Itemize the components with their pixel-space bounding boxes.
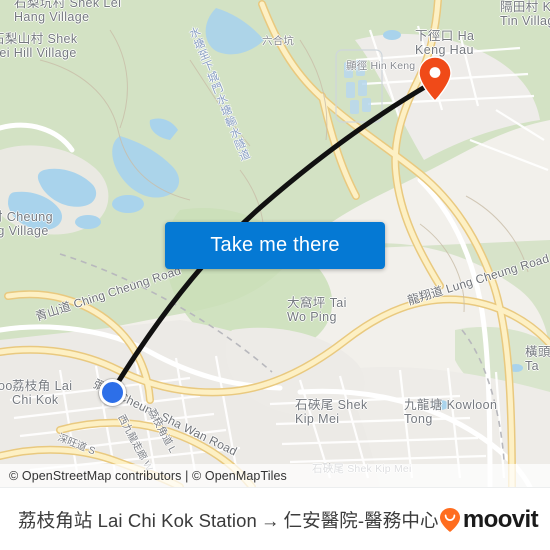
- trip-arrow-icon: →: [260, 509, 280, 531]
- take-me-there-button[interactable]: Take me there: [165, 222, 385, 269]
- moovit-wordmark: moovit: [462, 505, 539, 533]
- trip-title: 荔枝角站 Lai Chi Kok Station → 仁安醫院-醫務中心: [0, 507, 439, 533]
- moovit-trip-map-card: 石梨坑村 Shek Lei Hang Village石梨山村 Shek Lei …: [0, 0, 550, 550]
- destination-marker[interactable]: [418, 56, 452, 103]
- footer-bar: 荔枝角站 Lai Chi Kok Station → 仁安醫院-醫務中心 moovi…: [0, 487, 550, 550]
- trip-destination-label: 仁安醫院-醫務中心: [283, 509, 439, 531]
- map-attribution-bar: © OpenStreetMap contributors | © OpenMap…: [0, 464, 550, 487]
- origin-marker[interactable]: [99, 379, 126, 406]
- moovit-pin-icon: [439, 507, 460, 532]
- trip-origin-label: 荔枝角站 Lai Chi Kok Station: [18, 509, 257, 531]
- moovit-logo[interactable]: moovit: [439, 506, 550, 534]
- map-canvas[interactable]: 石梨坑村 Shek Lei Hang Village石梨山村 Shek Lei …: [0, 0, 550, 487]
- attribution-text[interactable]: © OpenStreetMap contributors | © OpenMap…: [0, 469, 287, 483]
